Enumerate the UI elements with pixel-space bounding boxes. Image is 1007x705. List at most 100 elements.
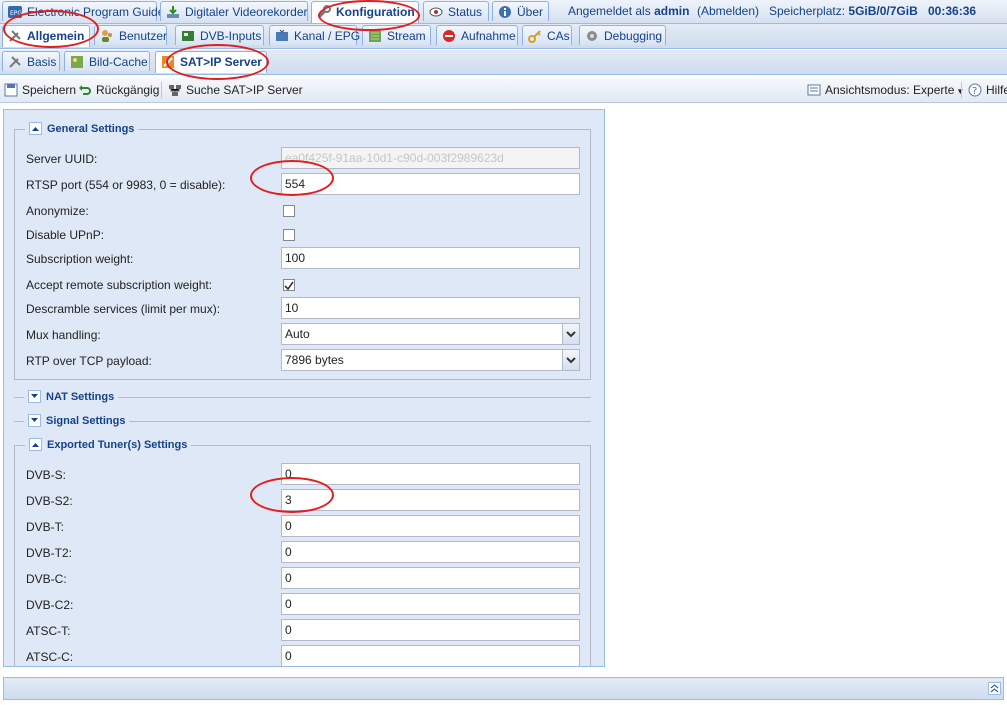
svg-text:?: ? — [972, 86, 977, 97]
tab-dvb-inputs[interactable]: DVB-Inputs — [175, 25, 264, 45]
tuner-label-dvb-s: DVB-S: — [26, 468, 67, 482]
tab-epg[interactable]: EPG Electronic Program Guide — [2, 1, 164, 21]
rtp-payload-select[interactable]: 7896 bytes — [281, 349, 580, 371]
image-icon — [70, 55, 84, 69]
tab-satip-server[interactable]: SAT>IP Server — [155, 51, 267, 73]
tab-aufnahme[interactable]: Aufnahme — [436, 25, 518, 45]
debug-icon — [585, 29, 599, 43]
subscription-weight-field[interactable]: 100 — [281, 247, 580, 269]
view-mode-icon — [807, 83, 821, 97]
collapse-icon[interactable] — [29, 121, 42, 135]
tab-dvr[interactable]: Digitaler Videorekorder — [160, 1, 308, 21]
anonymize-checkbox[interactable] — [283, 205, 295, 217]
tab-label: Benutzer — [119, 29, 168, 43]
download-icon — [166, 5, 180, 19]
chevron-down-icon[interactable] — [562, 324, 579, 344]
undo-button[interactable]: Rückgängig — [78, 82, 159, 98]
tab-benutzer[interactable]: Benutzer — [94, 25, 167, 45]
select-value: Auto — [285, 327, 310, 341]
tab-label: Über — [517, 5, 544, 19]
expand-up-icon[interactable] — [988, 682, 1001, 695]
nat-settings-legend[interactable]: NAT Settings — [24, 389, 119, 404]
tab-label: Status — [448, 5, 483, 19]
tab-label: Aufnahme — [461, 29, 516, 43]
svg-text:EPG: EPG — [10, 10, 22, 17]
tuner-label-atsc-t: ATSC-T: — [26, 624, 71, 638]
epg-icon: EPG — [8, 5, 22, 19]
collapse-icon[interactable] — [29, 437, 42, 451]
select-value: 7896 bytes — [285, 353, 344, 367]
tools-icon — [8, 29, 22, 43]
server-uuid-label: Server UUID: — [26, 152, 98, 166]
save-button[interactable]: Speichern — [4, 82, 76, 98]
tuner-label-dvb-c2: DVB-C2: — [26, 598, 74, 612]
tab-ueber[interactable]: Über — [492, 1, 549, 21]
tuner-field-atsc-t[interactable]: 0 — [281, 619, 580, 641]
expand-icon[interactable] — [28, 413, 41, 427]
tab-kanal-epg[interactable]: Kanal / EPG — [269, 25, 360, 45]
tab-cas[interactable]: CAs — [522, 25, 572, 45]
mux-handling-select[interactable]: Auto — [281, 323, 580, 345]
main-tab-bar: EPG Electronic Program Guide Digitaler V… — [0, 0, 1007, 24]
signal-settings-legend[interactable]: Signal Settings — [24, 413, 130, 428]
save-label: Speichern — [22, 83, 77, 97]
tab-label: SAT>IP Server — [180, 55, 262, 69]
tab-label: Allgemein — [27, 29, 85, 43]
toolbar-separator — [961, 82, 962, 98]
card-icon — [181, 29, 195, 43]
logout-link[interactable]: (Abmelden) — [697, 4, 759, 18]
tuner-field-dvb-t2[interactable]: 0 — [281, 541, 580, 563]
tuner-field-dvb-s2[interactable]: 3 — [281, 489, 580, 511]
username: admin — [654, 4, 690, 18]
rtsp-port-field[interactable]: 554 — [281, 173, 580, 195]
disable-upnp-checkbox[interactable] — [283, 229, 295, 241]
view-mode-label: Ansichtsmodus: Experte — [825, 83, 955, 97]
help-label: Hilfe — [986, 83, 1007, 97]
status-bar — [3, 677, 1004, 700]
eye-icon — [429, 5, 443, 19]
exported-tuners-legend[interactable]: Exported Tuner(s) Settings — [25, 437, 192, 452]
tab-label: Electronic Program Guide — [27, 5, 165, 19]
undo-label: Rückgängig — [96, 83, 160, 97]
tuner-field-dvb-s[interactable]: 0 — [281, 463, 580, 485]
tab-label: DVB-Inputs — [200, 29, 262, 43]
expand-icon[interactable] — [28, 389, 41, 403]
tab-label: Stream — [387, 29, 426, 43]
section-title: NAT Settings — [46, 391, 115, 403]
tab-basis[interactable]: Basis — [2, 51, 60, 71]
tab-konfiguration[interactable]: Konfiguration — [311, 1, 419, 23]
toolbar-separator — [161, 82, 162, 98]
mux-handling-label: Mux handling: — [26, 328, 101, 342]
anonymize-label: Anonymize: — [26, 204, 89, 218]
stream-icon — [368, 29, 382, 43]
tuner-label-dvb-t: DVB-T: — [26, 520, 65, 534]
tab-label: Basis — [27, 55, 57, 69]
tools-icon — [8, 55, 22, 69]
tab-label: Bild-Cache — [89, 55, 148, 69]
tuner-label-dvb-t2: DVB-T2: — [26, 546, 73, 560]
search-satip-button[interactable]: Suche SAT>IP Server — [168, 82, 303, 98]
help-button[interactable]: ? Hilfe — [968, 82, 1007, 98]
tuner-field-dvb-c2[interactable]: 0 — [281, 593, 580, 615]
search-label: Suche SAT>IP Server — [186, 83, 303, 97]
tuner-field-dvb-c[interactable]: 0 — [281, 567, 580, 589]
tab-status[interactable]: Status — [423, 1, 489, 21]
wrench-icon — [317, 5, 331, 19]
tab-allgemein[interactable]: Allgemein — [2, 25, 90, 47]
accept-remote-weight-checkbox[interactable] — [283, 279, 295, 291]
clock: 00:36:36 — [928, 4, 977, 18]
tuner-field-atsc-c[interactable]: 0 — [281, 645, 580, 666]
section-title: Exported Tuner(s) Settings — [47, 439, 188, 451]
rtsp-port-label: RTSP port (554 or 9983, 0 = disable): — [26, 178, 226, 192]
tab-stream[interactable]: Stream — [362, 25, 431, 45]
tuner-label-dvb-c: DVB-C: — [26, 572, 67, 586]
general-settings-legend[interactable]: General Settings — [25, 121, 139, 136]
storage-info: Speicherplatz: 5GiB/0/7GiB — [769, 4, 918, 18]
descramble-field[interactable]: 10 — [281, 297, 580, 319]
view-mode-dropdown[interactable]: Ansichtsmodus: Experte▼ — [807, 82, 964, 98]
tab-bild-cache[interactable]: Bild-Cache — [64, 51, 150, 71]
tuner-field-dvb-t[interactable]: 0 — [281, 515, 580, 537]
chevron-down-icon[interactable] — [562, 350, 579, 370]
tab-debugging[interactable]: Debugging — [579, 25, 666, 45]
record-icon — [442, 29, 456, 43]
